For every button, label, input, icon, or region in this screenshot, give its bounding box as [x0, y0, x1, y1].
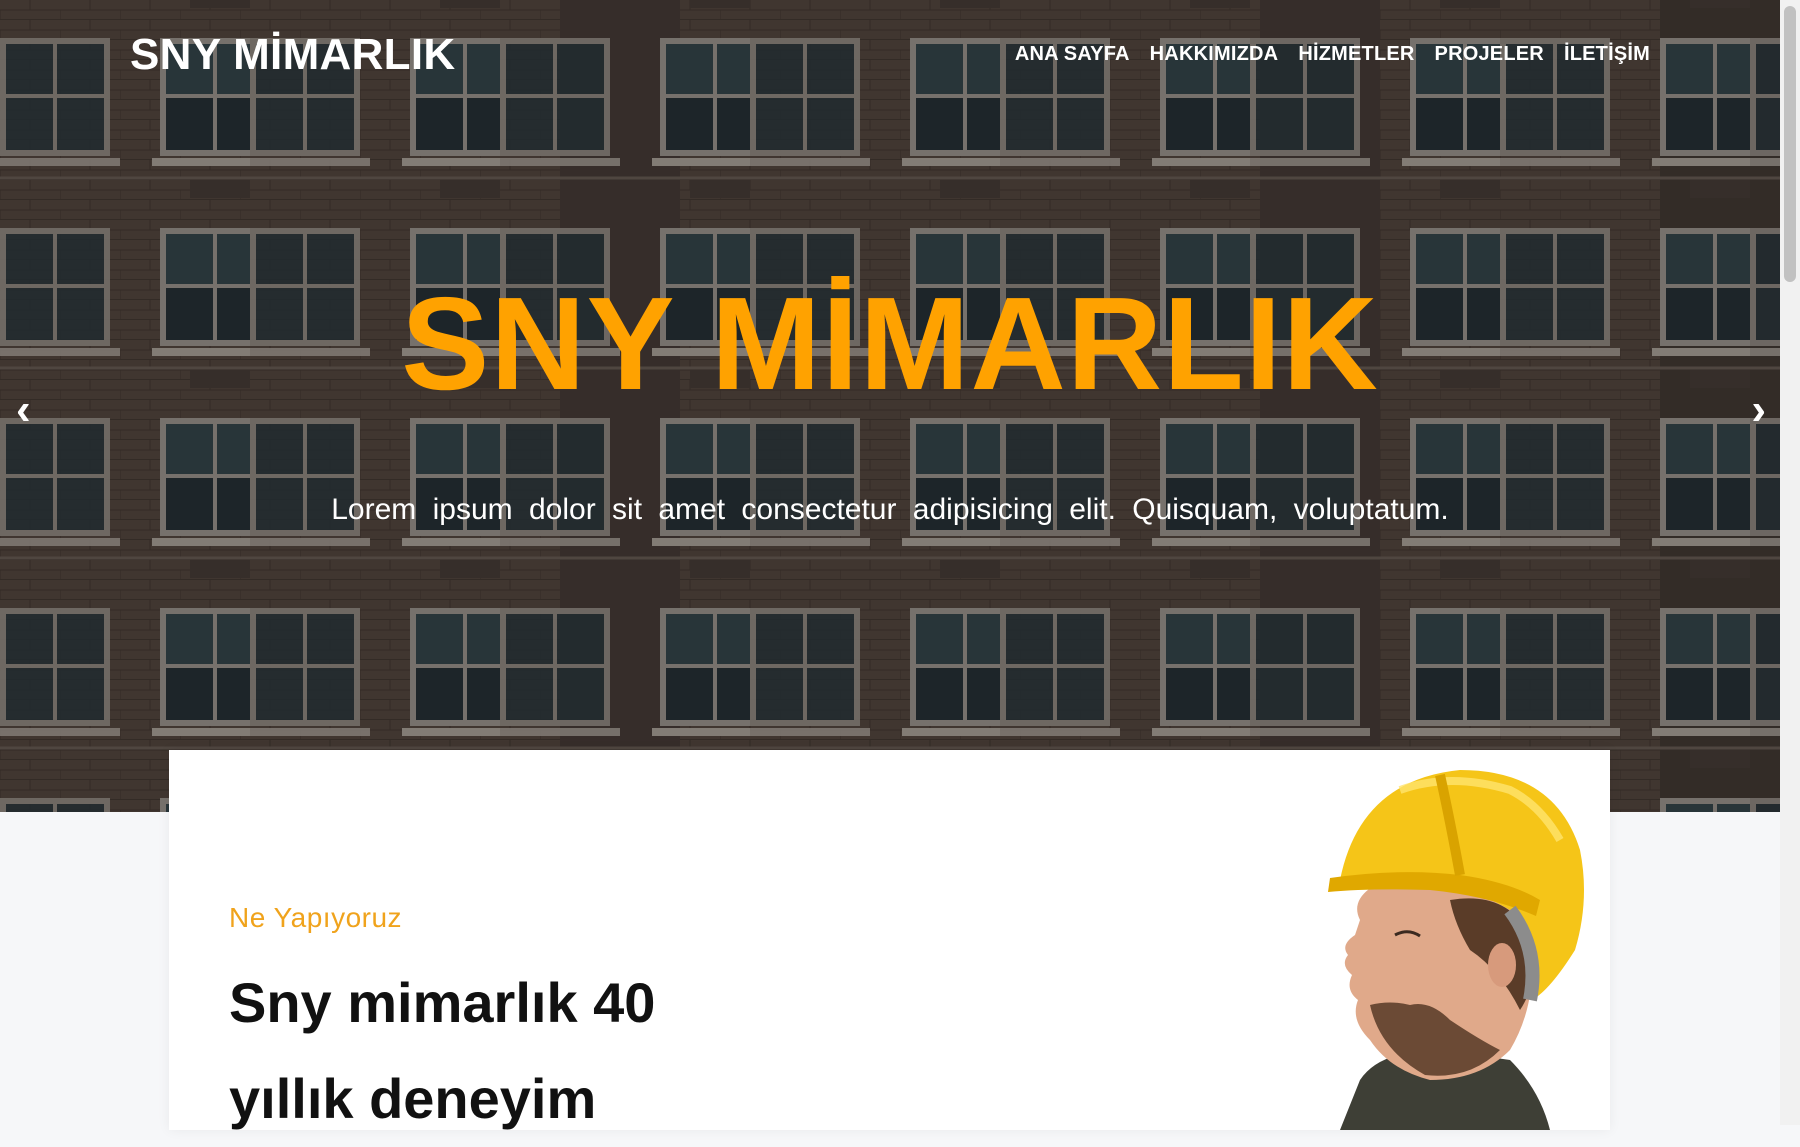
nav-link-home[interactable]: ANA SAYFA	[1015, 43, 1130, 65]
hero-subtitle: Lorem ipsum dolor sit amet consectetur a…	[331, 493, 1449, 526]
main-nav: ANA SAYFA HAKKIMIZDA HİZMETLER PROJELER …	[1015, 43, 1650, 66]
slider-next-icon[interactable]: ›	[1751, 388, 1766, 432]
nav-item-projects: PROJELER	[1435, 43, 1544, 66]
hero-title: SNY MİMARLIK	[401, 270, 1379, 417]
nav-item-contact: İLETİŞİM	[1564, 43, 1650, 66]
page-scrollbar[interactable]	[1780, 0, 1800, 1125]
nav-link-about[interactable]: HAKKIMIZDA	[1150, 43, 1279, 65]
scrollbar-thumb[interactable]	[1784, 6, 1796, 282]
section-eyebrow: Ne Yapıyoruz	[229, 902, 403, 933]
slider-prev-icon[interactable]: ‹	[16, 388, 31, 432]
site-logo[interactable]: SNY MİMARLIK	[130, 30, 455, 80]
nav-item-services: HİZMETLER	[1298, 43, 1414, 66]
nav-item-about: HAKKIMIZDA	[1150, 43, 1279, 66]
nav-link-contact[interactable]: İLETİŞİM	[1564, 43, 1650, 65]
worker-with-helmet-image	[1328, 770, 1584, 1130]
nav-item-home: ANA SAYFA	[1015, 43, 1130, 66]
nav-link-projects[interactable]: PROJELER	[1435, 43, 1544, 65]
hero-slider: SNY MİMARLIK ANA SAYFA HAKKIMIZDA HİZMET…	[0, 0, 1780, 812]
about-card: Ne Yapıyoruz Sny mimarlık 40 yıllık dene…	[169, 750, 1610, 1130]
nav-link-services[interactable]: HİZMETLER	[1298, 43, 1414, 65]
about-heading: Sny mimarlık 40 yıllık deneyim	[229, 971, 656, 1130]
